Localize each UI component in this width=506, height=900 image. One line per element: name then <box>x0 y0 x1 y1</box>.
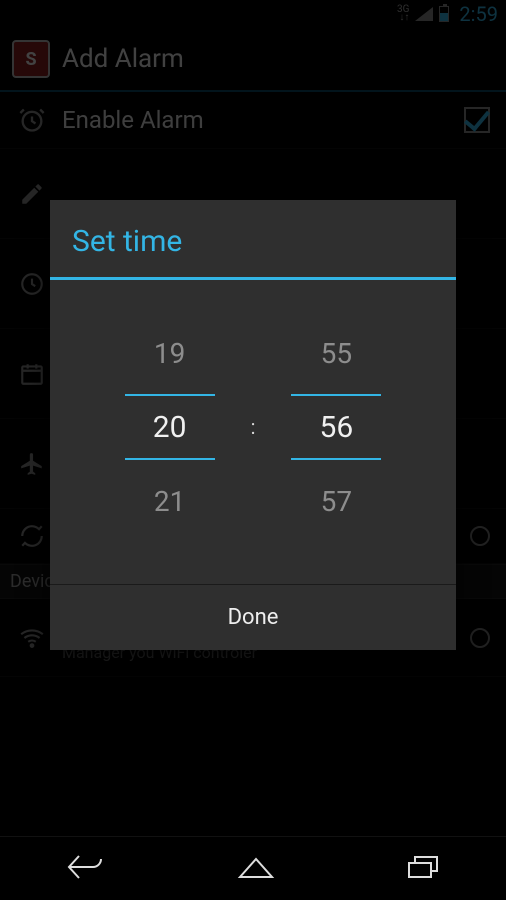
hour-next[interactable]: 21 <box>154 468 185 534</box>
dialog-title: Set time <box>50 200 456 277</box>
hour-selected[interactable]: 20 <box>125 394 215 460</box>
navigation-bar <box>0 836 506 900</box>
home-button[interactable] <box>236 853 276 885</box>
screen: 3G↓↑ 2:59 S Add Alarm Enable Alarm <box>0 0 506 900</box>
hour-prev[interactable]: 19 <box>154 320 185 386</box>
time-separator: : <box>251 415 256 439</box>
time-picker: 19 20 21 : 55 56 57 <box>50 280 456 584</box>
minute-prev[interactable]: 55 <box>321 320 352 386</box>
time-picker-dialog: Set time 19 20 21 : 55 56 57 Done <box>50 200 456 650</box>
minute-selected[interactable]: 56 <box>291 394 381 460</box>
recent-apps-button[interactable] <box>405 853 441 885</box>
back-button[interactable] <box>65 852 107 886</box>
minute-column[interactable]: 55 56 57 <box>291 320 381 534</box>
hour-column[interactable]: 19 20 21 <box>125 320 215 534</box>
done-button[interactable]: Done <box>50 585 456 650</box>
minute-next[interactable]: 57 <box>321 468 352 534</box>
